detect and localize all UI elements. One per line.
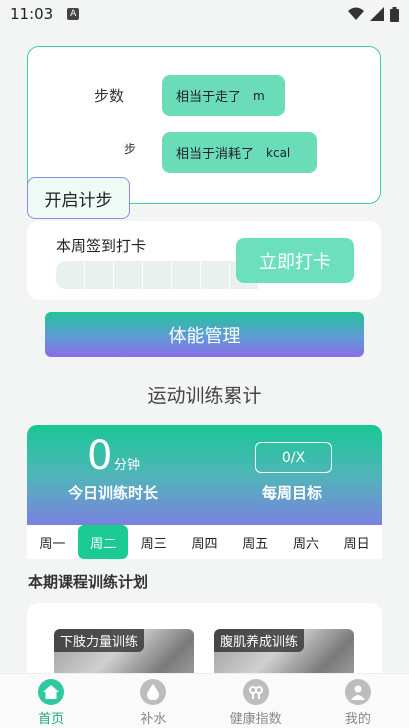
calorie-text: 相当于消耗了 xyxy=(176,147,255,162)
week-day-tab[interactable]: 周四 xyxy=(179,525,230,559)
home-icon xyxy=(38,679,65,705)
tab-home[interactable]: 首页 xyxy=(0,674,102,728)
tab-label: 补水 xyxy=(140,712,167,727)
training-minutes-value: 0 xyxy=(87,433,113,479)
week-day-tab[interactable]: 周一 xyxy=(27,525,78,559)
step-unit-label: 步 xyxy=(124,142,137,156)
week-day-tab[interactable]: 周日 xyxy=(331,525,382,559)
tab-label: 我的 xyxy=(344,712,371,727)
health-index-icon xyxy=(242,679,269,705)
course-plan-title: 本期课程训练计划 xyxy=(28,573,149,591)
checkin-day-box xyxy=(85,261,114,289)
fitness-management-button[interactable]: 体能管理 xyxy=(45,312,364,357)
checkin-day-box xyxy=(172,261,201,289)
training-section-title: 运动训练累计 xyxy=(147,385,262,407)
bottom-tab-bar: 首页 补水 健康指数 我的 xyxy=(0,673,409,728)
checkin-day-box xyxy=(201,261,230,289)
tab-label: 首页 xyxy=(38,712,65,727)
week-day-tab[interactable]: 周三 xyxy=(128,525,179,559)
start-step-count-button[interactable]: 开启计步 xyxy=(27,177,130,219)
user-icon xyxy=(344,679,371,705)
tab-label: 健康指数 xyxy=(229,712,282,727)
today-training-label: 今日训练时长 xyxy=(68,484,159,502)
week-day-tab[interactable]: 周五 xyxy=(230,525,281,559)
checkin-title: 本周签到打卡 xyxy=(56,237,147,255)
checkin-day-box xyxy=(143,261,172,289)
battery-icon xyxy=(390,6,399,22)
course-label: 下肢力量训练 xyxy=(54,629,145,652)
distance-unit: m xyxy=(253,88,265,103)
checkin-day-boxes xyxy=(56,261,259,289)
water-drop-icon xyxy=(140,679,167,705)
week-day-tabs: 周一 周二 周三 周四 周五 周六 周日 xyxy=(27,525,382,559)
tab-health-index[interactable]: 健康指数 xyxy=(205,674,307,728)
steps-label: 步数 xyxy=(94,87,125,105)
signal-icon xyxy=(370,7,384,21)
weekly-goal-label: 每周目标 xyxy=(262,484,323,502)
tab-profile[interactable]: 我的 xyxy=(307,674,409,728)
week-day-tab-active[interactable]: 周二 xyxy=(77,525,129,559)
checkin-now-button[interactable]: 立即打卡 xyxy=(236,238,354,283)
status-icons xyxy=(348,6,399,22)
checkin-day-box xyxy=(114,261,143,289)
weekly-checkin-card: 本周签到打卡 立即打卡 xyxy=(27,221,381,300)
checkin-day-box xyxy=(56,261,85,289)
training-minutes-unit: 分钟 xyxy=(114,458,141,473)
status-bar: 11:03 A xyxy=(0,0,409,28)
tab-hydration[interactable]: 补水 xyxy=(102,674,204,728)
wifi-icon xyxy=(348,7,364,20)
week-day-tab[interactable]: 周六 xyxy=(281,525,332,559)
calorie-unit: kcal xyxy=(266,145,291,160)
training-summary-card: 0 分钟 今日训练时长 0/X 每周目标 xyxy=(27,425,382,525)
notification-icon: A xyxy=(67,8,80,20)
distance-text: 相当于走了 xyxy=(176,90,242,105)
distance-pill: 相当于走了 m xyxy=(162,75,285,116)
calorie-pill: 相当于消耗了 kcal xyxy=(162,132,317,173)
weekly-goal-button[interactable]: 0/X xyxy=(255,442,332,473)
course-label: 腹肌养成训练 xyxy=(214,629,305,652)
status-time: 11:03 xyxy=(10,5,54,23)
